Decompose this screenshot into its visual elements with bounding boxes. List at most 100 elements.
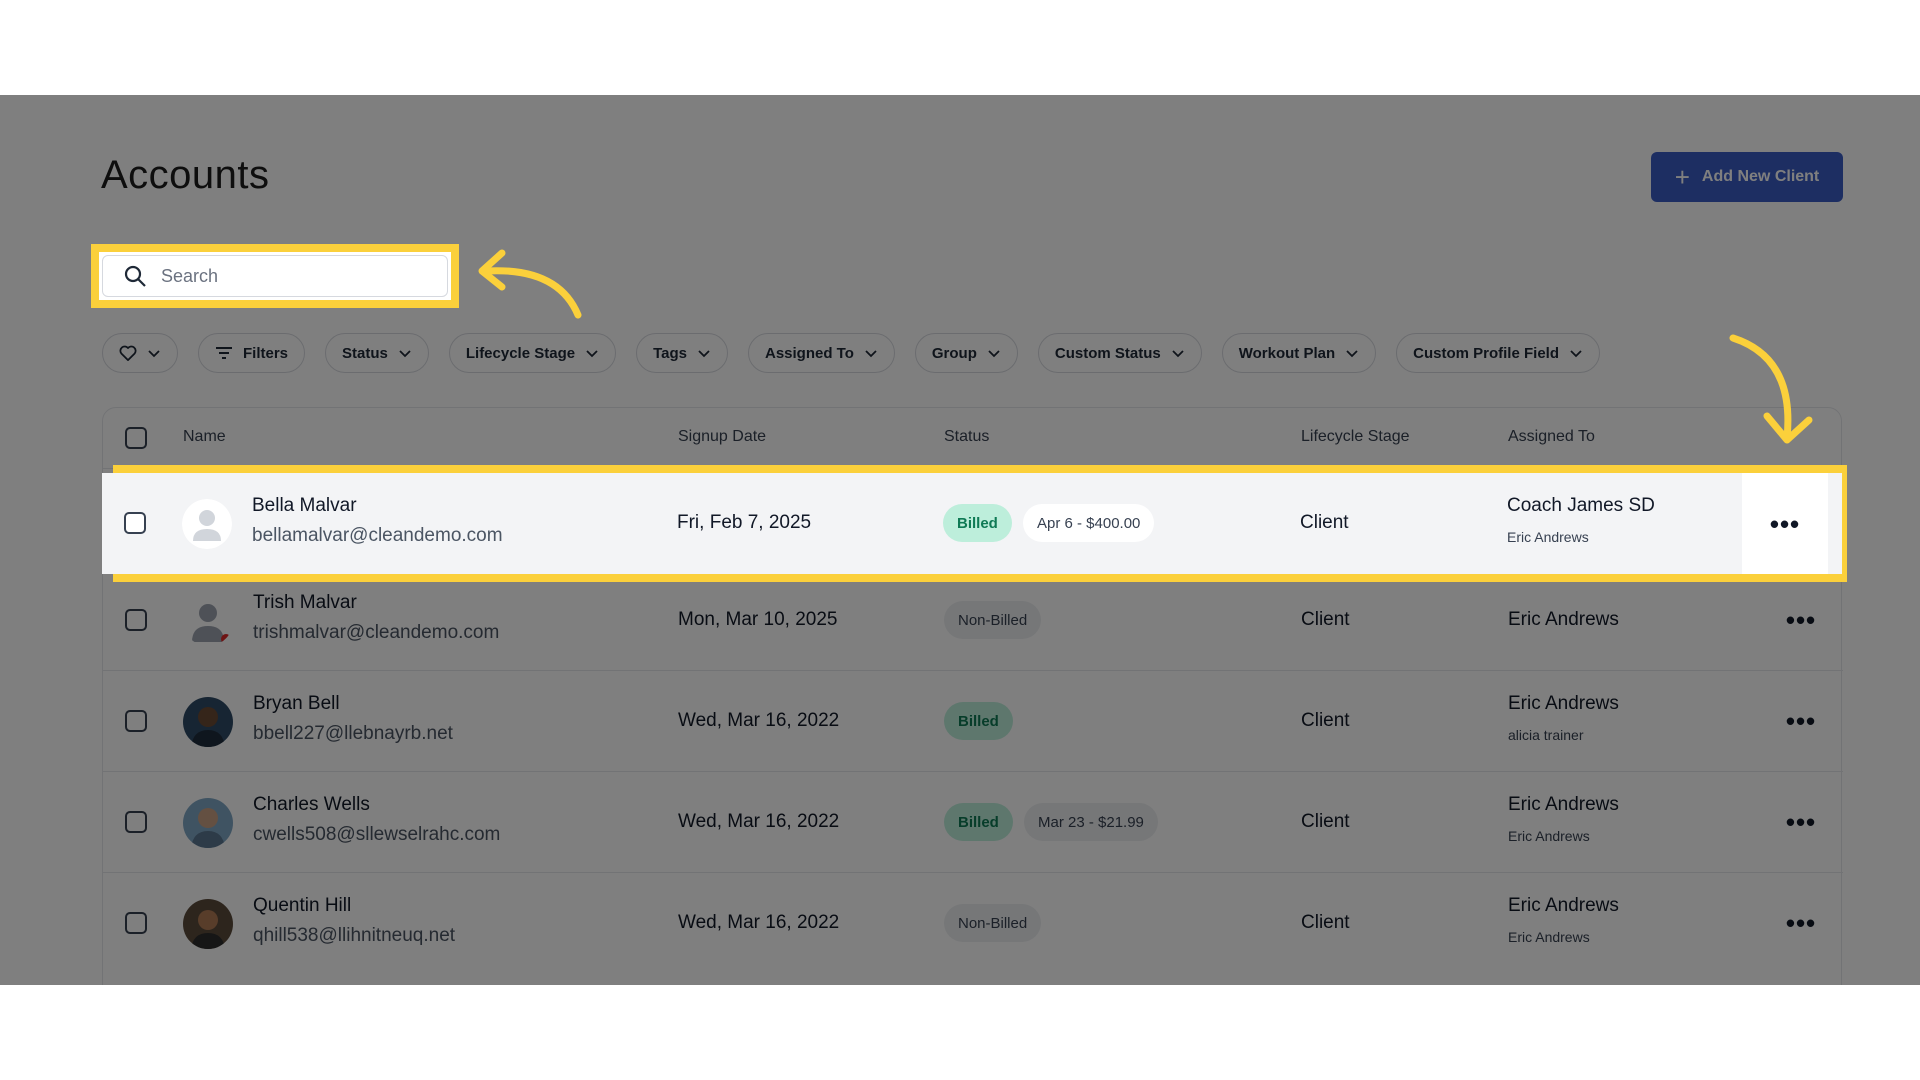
status-badge: Non-Billed: [944, 904, 1042, 942]
signup-date: Mon, Mar 10, 2025: [678, 609, 838, 630]
search-highlight: Search: [91, 244, 459, 308]
favorites-filter[interactable]: [102, 333, 178, 373]
plus-icon: +: [1674, 162, 1690, 192]
search-icon: [124, 265, 146, 287]
table-row[interactable]: Quentin Hill qhill538@llihnitneuq.net We…: [103, 872, 1843, 973]
more-options-icon[interactable]: •••: [1742, 473, 1828, 574]
table-row[interactable]: Bella Malvar bellamalvar@cleandemo.com F…: [102, 473, 1842, 574]
client-email: cwells508@sllewselrahc.com: [253, 824, 501, 845]
custom-status-filter-label: Custom Status: [1054, 344, 1161, 362]
assigned-to: Eric Andrews: [1508, 794, 1619, 815]
assigned-to-filter[interactable]: Assigned To: [747, 333, 895, 373]
assigned-to-secondary: Eric Andrews: [1507, 529, 1589, 545]
client-name[interactable]: Trish Malvar: [253, 592, 357, 614]
column-header-assigned-to[interactable]: Assigned To: [1508, 428, 1595, 446]
workout-plan-filter[interactable]: Workout Plan: [1221, 333, 1377, 373]
tags-filter[interactable]: Tags: [636, 333, 728, 373]
search-placeholder: Search: [161, 265, 219, 286]
client-email: trishmalvar@cleandemo.com: [253, 622, 500, 643]
row-checkbox[interactable]: [125, 912, 147, 934]
column-header-status[interactable]: Status: [944, 428, 989, 446]
client-email: bbell227@llebnayrb.net: [253, 723, 453, 744]
annotation-arrow-icon: [1729, 334, 1813, 444]
avatar: [182, 499, 232, 549]
app-screen: Accounts + Add New Client Filters Status…: [0, 95, 1920, 985]
filters-label: Filters: [243, 344, 289, 362]
lifecycle-stage: Client: [1301, 811, 1350, 832]
search-input[interactable]: Search: [102, 255, 448, 297]
avatar: [183, 596, 233, 646]
tags-filter-label: Tags: [653, 344, 687, 362]
assigned-to: Coach James SD: [1507, 495, 1655, 516]
filters-button[interactable]: Filters: [198, 333, 306, 373]
add-new-client-label: Add New Client: [1701, 168, 1820, 185]
chevron-down-icon: [399, 350, 411, 358]
status-badge: Billed: [944, 702, 1013, 740]
chevron-down-icon: [1172, 350, 1184, 358]
heart-icon: [119, 345, 137, 361]
payment-badge: Apr 6 - $400.00: [1023, 504, 1155, 542]
row-checkbox[interactable]: [124, 512, 146, 534]
signup-date: Fri, Feb 7, 2025: [677, 512, 812, 533]
column-header-lifecycle-stage[interactable]: Lifecycle Stage: [1301, 428, 1410, 446]
column-header-signup-date[interactable]: Signup Date: [678, 428, 766, 446]
assigned-to: Eric Andrews: [1508, 693, 1619, 714]
lifecycle-stage: Client: [1301, 710, 1350, 731]
table-row[interactable]: Charles Wells cwells508@sllewselrahc.com…: [103, 771, 1843, 872]
avatar: [183, 697, 233, 747]
custom-status-filter[interactable]: Custom Status: [1037, 333, 1202, 373]
custom-profile-field-filter[interactable]: Custom Profile Field: [1396, 333, 1600, 373]
filter-icon: [216, 347, 232, 359]
annotation-arrow-icon: [478, 249, 582, 319]
status-badge: Non-Billed: [944, 601, 1042, 639]
row-highlight: Bella Malvar bellamalvar@cleandemo.com F…: [102, 465, 1847, 582]
more-options-icon[interactable]: •••: [1783, 903, 1819, 943]
client-name[interactable]: Bryan Bell: [253, 693, 340, 715]
custom-profile-field-filter-label: Custom Profile Field: [1413, 344, 1559, 362]
more-options-icon[interactable]: •••: [1783, 802, 1819, 842]
payment-badge: Mar 23 - $21.99: [1024, 803, 1158, 841]
client-name[interactable]: Charles Wells: [253, 794, 370, 816]
client-name[interactable]: Bella Malvar: [252, 495, 357, 517]
row-checkbox[interactable]: [125, 811, 147, 833]
table-row[interactable]: Trish Malvar trishmalvar@cleandemo.com M…: [103, 569, 1843, 670]
group-filter-label: Group: [931, 344, 977, 362]
assigned-to-secondary: alicia trainer: [1508, 727, 1584, 743]
chevron-down-icon: [148, 350, 160, 358]
table-header: Name Signup Date Status Lifecycle Stage …: [103, 408, 1841, 468]
assigned-to: Eric Andrews: [1508, 609, 1619, 630]
assigned-to-secondary: Eric Andrews: [1508, 828, 1590, 844]
client-email: qhill538@llihnitneuq.net: [253, 925, 456, 946]
add-new-client-button[interactable]: + Add New Client: [1651, 152, 1843, 202]
table-row[interactable]: Bryan Bell bbell227@llebnayrb.net Wed, M…: [103, 670, 1843, 771]
status-badge: Billed: [943, 504, 1012, 542]
lifecycle-stage-filter[interactable]: Lifecycle Stage: [448, 333, 617, 373]
group-filter[interactable]: Group: [914, 333, 1018, 373]
chevron-down-icon: [586, 350, 598, 358]
avatar: [183, 798, 233, 848]
row-checkbox[interactable]: [125, 609, 147, 631]
row-checkbox[interactable]: [125, 710, 147, 732]
chevron-down-icon: [988, 350, 1000, 358]
lifecycle-stage: Client: [1300, 512, 1349, 533]
chevron-down-icon: [698, 350, 710, 358]
lifecycle-stage-filter-label: Lifecycle Stage: [465, 344, 576, 362]
more-options-icon[interactable]: •••: [1783, 600, 1819, 640]
assigned-to-secondary: Eric Andrews: [1508, 929, 1590, 945]
signup-date: Wed, Mar 16, 2022: [678, 710, 840, 731]
column-header-name[interactable]: Name: [183, 428, 226, 446]
more-options-icon[interactable]: •••: [1783, 701, 1819, 741]
assigned-to: Eric Andrews: [1508, 895, 1619, 916]
filter-bar: Filters Status Lifecycle Stage Tags Assi…: [102, 333, 1600, 373]
lifecycle-stage: Client: [1301, 609, 1350, 630]
status-badge: Billed: [944, 803, 1013, 841]
select-all-checkbox[interactable]: [125, 427, 147, 449]
page-title: Accounts: [101, 153, 270, 197]
client-name[interactable]: Quentin Hill: [253, 895, 351, 917]
status-filter[interactable]: Status: [325, 333, 429, 373]
client-email: bellamalvar@cleandemo.com: [252, 525, 503, 546]
workout-plan-filter-label: Workout Plan: [1238, 344, 1336, 362]
chevron-down-icon: [1346, 350, 1358, 358]
status-filter-label: Status: [342, 344, 388, 362]
chevron-down-icon: [1570, 350, 1582, 358]
